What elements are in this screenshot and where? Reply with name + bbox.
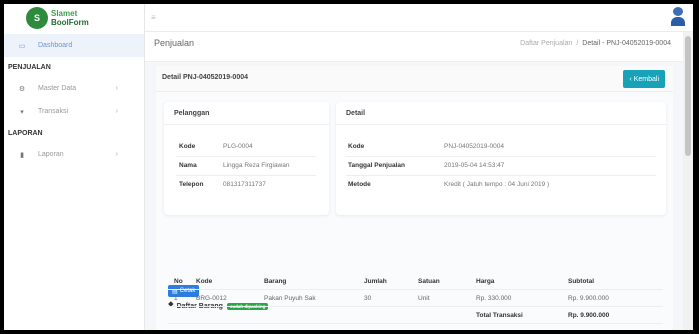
telepon-label: Telepon (179, 181, 204, 188)
page-header: Penjualan Daftar Penjualan / Detail - PNJ-… (145, 32, 683, 62)
sidebar-item-master-data[interactable]: ⚙ Master Data › (4, 77, 144, 100)
tanggal-label: Tanggal Penjualan (348, 162, 405, 169)
chevron-right-icon: › (115, 85, 118, 92)
breadcrumb-current: Detail - PNJ-04052019-0004 (582, 40, 671, 47)
sidebar-item-label: Dashboard (38, 42, 73, 49)
sidebar: S Slamet BoolForm ▭ Dashboard PENJUALAN … (4, 4, 145, 330)
nama-value: Lingga Reza Firgiawan (223, 162, 290, 169)
breadcrumb-separator: / (576, 40, 579, 47)
cogs-icon: ⚙ (18, 85, 26, 93)
sidebar-item-label: Transaksi (38, 108, 69, 115)
kode-value: PNJ-04052019-0004 (444, 143, 504, 150)
nama-label: Nama (179, 162, 197, 169)
cart-icon: ▾ (20, 108, 24, 116)
topbar: ≡ (145, 4, 693, 32)
kode-label: Kode (179, 143, 196, 150)
logo-line2: BoolForm (51, 18, 89, 27)
detail-panel: Detail Kode PNJ-04052019-0004 Tanggal Pe… (336, 102, 666, 215)
card-title: Detail PNJ-04052019-0004 (162, 74, 249, 81)
logo[interactable]: S Slamet BoolForm (4, 4, 144, 32)
chevron-left-icon: ‹ (629, 75, 632, 83)
metode-value: Kredit ( Jatuh tempo : 04 Juni 2019 ) (444, 181, 550, 188)
metode-label: Metode (348, 181, 371, 188)
sidebar-section-penjualan: PENJUALAN (8, 63, 51, 71)
kode-label: Kode (348, 143, 365, 150)
logo-line1: Slamet (51, 9, 78, 18)
telepon-value: 081317311737 (223, 181, 266, 188)
monitor-icon: ▭ (18, 42, 26, 50)
page-title: Penjualan (154, 38, 195, 48)
table-total-row: Total Transaksi Rp. 9.900.000 (168, 307, 663, 324)
scrollbar[interactable] (683, 32, 693, 330)
panel-title: Detail (336, 102, 666, 125)
total-label: Total Transaksi (476, 312, 523, 319)
sidebar-item-label: Master Data (38, 85, 77, 92)
sidebar-section-laporan: LAPORAN (8, 129, 43, 137)
chevron-right-icon: › (115, 108, 118, 115)
file-icon: ▮ (20, 151, 24, 159)
total-value: Rp. 9.900.000 (568, 312, 610, 319)
logo-mark: S (26, 7, 48, 29)
sidebar-item-label: Laporan (38, 151, 64, 158)
sidebar-item-dashboard[interactable]: ▭ Dashboard (4, 34, 144, 57)
menu-toggle-icon[interactable]: ≡ (151, 13, 156, 22)
scrollbar-thumb[interactable] (685, 36, 691, 156)
sidebar-item-transaksi[interactable]: ▾ Transaksi › (4, 100, 144, 123)
kode-value: PLG-0004 (223, 143, 253, 150)
tanggal-value: 2019-05-04 14:53:47 (444, 162, 505, 169)
items-table: No Kode Barang Jumlah Satuan Harga Subto… (168, 273, 663, 324)
breadcrumb-link[interactable]: Daftar Penjualan (520, 40, 572, 47)
detail-card: Detail PNJ-04052019-0004 ‹ Kembali Pelan… (156, 66, 673, 330)
back-button[interactable]: ‹ Kembali (623, 70, 665, 88)
panel-title: Pelanggan (164, 102, 329, 125)
table-row: 1 BRG-0012 Pakan Puyuh Sak 30 Unit Rp. 3… (168, 290, 663, 307)
chevron-right-icon: › (115, 151, 118, 158)
app-frame: S Slamet BoolForm ▭ Dashboard PENJUALAN … (4, 4, 693, 330)
breadcrumb: Daftar Penjualan / Detail - PNJ-04052019-0… (520, 40, 671, 47)
avatar[interactable] (671, 7, 685, 27)
sidebar-item-laporan[interactable]: ▮ Laporan › (4, 143, 144, 166)
pelanggan-panel: Pelanggan Kode PLG-0004 Nama Lingga Reza… (164, 102, 329, 215)
table-header-row: No Kode Barang Jumlah Satuan Harga Subto… (168, 273, 663, 290)
